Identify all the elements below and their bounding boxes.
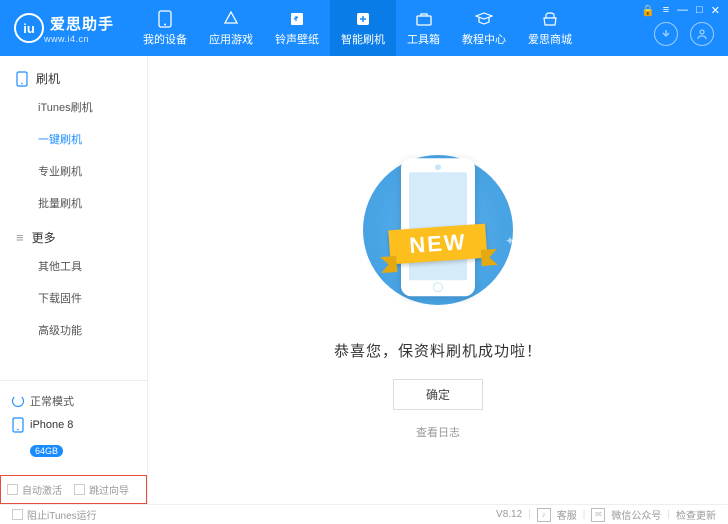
phone-icon — [12, 417, 24, 433]
auto-activate-checkbox[interactable]: 自动激活 — [7, 482, 62, 497]
sidebar-item-oneclick-flash[interactable]: 一键刷机 — [0, 123, 147, 155]
logo-icon: iu — [14, 13, 44, 43]
minimize-icon[interactable]: — — [677, 4, 688, 17]
lock-icon[interactable]: 🔒 — [641, 4, 655, 17]
user-button[interactable] — [690, 22, 714, 46]
app-name: 爱思助手 — [50, 13, 114, 34]
nav-toolbox[interactable]: 工具箱 — [396, 0, 451, 56]
phone-icon — [156, 10, 174, 28]
view-log-link[interactable]: 查看日志 — [416, 424, 460, 440]
logo-area: iu 爱思助手 www.i4.cn — [0, 13, 132, 44]
spinner-icon — [12, 395, 24, 407]
update-link[interactable]: 检查更新 — [676, 507, 716, 522]
store-icon — [541, 10, 559, 28]
sidebar: 刷机 iTunes刷机 一键刷机 专业刷机 批量刷机 ≡ 更多 其他工具 下载固… — [0, 56, 148, 504]
support-link[interactable]: 客服 — [557, 507, 577, 522]
options-row: 自动激活 跳过向导 — [0, 475, 147, 504]
stop-itunes-checkbox[interactable]: 阻止iTunes运行 — [12, 507, 97, 522]
close-icon[interactable]: ✕ — [711, 4, 720, 17]
sidebar-item-pro-flash[interactable]: 专业刷机 — [0, 155, 147, 187]
sidebar-item-download-fw[interactable]: 下载固件 — [0, 282, 147, 314]
wechat-link[interactable]: 微信公众号 — [611, 507, 661, 522]
nav-flash[interactable]: 智能刷机 — [330, 0, 396, 56]
main-content: ✦✦✦✦ NEW 恭喜您，保资料刷机成功啦！ 确定 查看日志 — [148, 56, 728, 504]
device-status: 正常模式 — [12, 389, 135, 413]
sidebar-item-batch-flash[interactable]: 批量刷机 — [0, 187, 147, 219]
app-header: iu 爱思助手 www.i4.cn 我的设备 应用游戏 铃声壁纸 智能刷机 工具… — [0, 0, 728, 56]
footer: 阻止iTunes运行 V8.12 | ♪ 客服 | ✉ 微信公众号 | 检查更新 — [0, 504, 728, 524]
device-storage: 64GB — [12, 441, 135, 459]
toolbox-icon — [415, 10, 433, 28]
nav-media[interactable]: 铃声壁纸 — [264, 0, 330, 56]
apps-icon — [222, 10, 240, 28]
nav-my-device[interactable]: 我的设备 — [132, 0, 198, 56]
sidebar-section-more: ≡ 更多 — [0, 225, 147, 250]
flash-icon — [354, 10, 372, 28]
success-message: 恭喜您，保资料刷机成功啦！ — [334, 340, 542, 361]
nav-apps[interactable]: 应用游戏 — [198, 0, 264, 56]
maximize-icon[interactable]: □ — [696, 4, 703, 17]
success-illustration: ✦✦✦✦ NEW — [333, 140, 543, 320]
sidebar-section-flash: 刷机 — [0, 66, 147, 91]
device-info: iPhone 8 — [12, 413, 135, 437]
confirm-button[interactable]: 确定 — [393, 379, 483, 410]
window-controls: 🔒 ≡ — □ ✕ — [641, 4, 720, 17]
skip-guide-checkbox[interactable]: 跳过向导 — [74, 482, 129, 497]
phone-icon — [16, 71, 28, 87]
version-label: V8.12 — [496, 509, 522, 520]
app-url: www.i4.cn — [44, 34, 114, 44]
sidebar-item-itunes-flash[interactable]: iTunes刷机 — [0, 91, 147, 123]
menu-icon[interactable]: ≡ — [663, 4, 669, 17]
sidebar-item-other-tools[interactable]: 其他工具 — [0, 250, 147, 282]
support-icon: ♪ — [537, 508, 551, 522]
music-icon — [288, 10, 306, 28]
list-icon: ≡ — [16, 230, 24, 245]
nav-store[interactable]: 爱思商城 — [517, 0, 583, 56]
header-right — [654, 22, 714, 46]
nav-tutorial[interactable]: 教程中心 — [451, 0, 517, 56]
main-nav: 我的设备 应用游戏 铃声壁纸 智能刷机 工具箱 教程中心 爱思商城 — [132, 0, 583, 56]
device-name: iPhone 8 — [30, 419, 73, 431]
sidebar-item-advanced[interactable]: 高级功能 — [0, 314, 147, 346]
wechat-icon: ✉ — [591, 508, 605, 522]
tutorial-icon — [475, 10, 493, 28]
download-button[interactable] — [654, 22, 678, 46]
